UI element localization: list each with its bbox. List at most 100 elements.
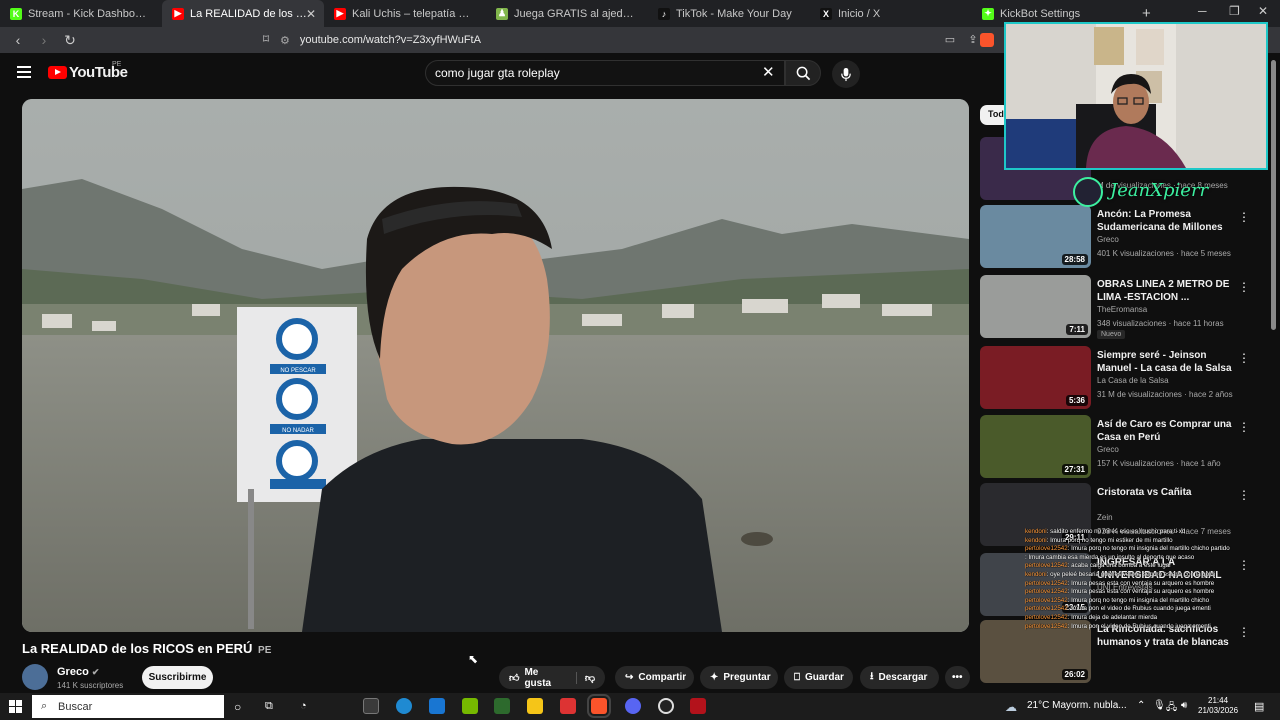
dislike-icon[interactable]: 👎︎: [575, 671, 595, 684]
video-title[interactable]: Cristorata vs Cañita: [1097, 486, 1235, 499]
new-tab-icon[interactable]: +: [1142, 5, 1151, 22]
browser-tab[interactable]: ♪ TikTok - Make Your Day: [648, 0, 810, 27]
video-thumbnail[interactable]: 7:11: [980, 275, 1091, 338]
browser-tab[interactable]: ▶ La REALIDAD de los RICOS e✕: [162, 0, 324, 27]
video-channel[interactable]: TheEromansa: [1097, 305, 1147, 314]
search-icon: [796, 66, 810, 80]
chat-text: Imura pon el video de Rubius cuando jueg…: [1071, 622, 1211, 630]
save-button[interactable]: ⎕ Guardar: [784, 666, 853, 689]
notifications-icon[interactable]: ▤: [1254, 700, 1264, 713]
site-info-icon[interactable]: ⚙: [280, 34, 290, 47]
clock[interactable]: 21:44 21/03/2026: [1198, 696, 1238, 716]
recommended-video[interactable]: 5:36 Siempre seré - Jeinson Manuel - La c…: [980, 346, 1250, 410]
volume-icon[interactable]: 🔊︎: [1181, 700, 1187, 711]
task-view-icon[interactable]: ⧉: [265, 700, 273, 713]
store-app-icon[interactable]: [363, 698, 379, 714]
video-player[interactable]: NO PESCAR NO NADAR: [22, 99, 969, 632]
browser-tab[interactable]: ♟ Juega GRATIS al ajedrez online - Aje: [486, 0, 648, 27]
video-title-text: La REALIDAD de los RICOS en PERÚ: [22, 641, 253, 656]
video-channel[interactable]: Greco: [1097, 445, 1119, 454]
chat-username: kendoni: [1025, 536, 1047, 544]
mail-app-icon[interactable]: [429, 698, 445, 714]
clear-search-icon[interactable]: ✕: [762, 63, 775, 81]
recommended-video[interactable]: 28:58 Ancón: La Promesa Sudamericana de M…: [980, 205, 1250, 269]
minecraft-app-icon[interactable]: [494, 698, 510, 714]
more-vertical-icon[interactable]: ⋮: [1238, 488, 1250, 502]
video-channel[interactable]: Zein: [1097, 513, 1113, 522]
forward-icon[interactable]: ›: [36, 32, 52, 48]
chat-text: Imura porq no tengo mi insignia del mart…: [1071, 596, 1210, 604]
taskbar-search[interactable]: ⌕ Buscar: [32, 695, 224, 718]
share-page-icon[interactable]: ⇪: [965, 33, 981, 46]
cast-icon[interactable]: ▭: [942, 33, 958, 46]
video-title[interactable]: Así de Caro es Comprar una Casa en Perú: [1097, 418, 1235, 444]
more-vertical-icon[interactable]: ⋮: [1238, 280, 1250, 294]
brave-shield-icon[interactable]: [980, 33, 994, 47]
game-app-icon[interactable]: [690, 698, 706, 714]
voice-search-button[interactable]: [832, 60, 860, 88]
ask-button[interactable]: ✦ Preguntar: [700, 666, 778, 689]
maximize-icon[interactable]: ❐: [1229, 4, 1240, 18]
cortana-icon[interactable]: ○: [234, 700, 241, 714]
more-vertical-icon[interactable]: ⋮: [1238, 210, 1250, 224]
like-icon[interactable]: 👍︎: [509, 672, 519, 684]
search-button[interactable]: [785, 60, 821, 86]
discord-app-icon[interactable]: [625, 698, 641, 714]
recommended-video[interactable]: 27:31 Así de Caro es Comprar una Casa en …: [980, 415, 1250, 479]
more-actions-button[interactable]: •••: [945, 666, 970, 689]
video-thumbnail[interactable]: 5:36: [980, 346, 1091, 409]
more-vertical-icon[interactable]: ⋮: [1238, 420, 1250, 434]
obs-app-icon[interactable]: [658, 698, 674, 714]
video-title[interactable]: Ancón: La Promesa Sudamericana de Millon…: [1097, 208, 1235, 234]
streamer-avatar: [1073, 177, 1103, 207]
network-icon[interactable]: 🖧︎: [1166, 700, 1177, 717]
microphone-tray-icon[interactable]: 🎙︎: [1153, 700, 1166, 711]
video-channel[interactable]: Greco: [1097, 235, 1119, 244]
video-title[interactable]: OBRAS LINEA 2 METRO DE LIMA -ESTACION ..…: [1097, 278, 1235, 304]
youtube-logo[interactable]: YouTube PE: [48, 61, 128, 81]
subscribe-button[interactable]: Suscribirme: [142, 666, 213, 689]
chat-message: kendoni: Imura porq no tengo mi estiker …: [1025, 536, 1173, 544]
chat-username: kendoni: [1025, 570, 1047, 578]
tray-chevron-icon[interactable]: ⌃: [1137, 700, 1145, 711]
edge-app-icon[interactable]: [396, 698, 412, 714]
video-duration: 5:36: [1065, 395, 1088, 406]
video-channel[interactable]: La Casa de la Salsa: [1097, 376, 1169, 385]
bookmark-icon[interactable]: ⌑: [258, 32, 274, 46]
channel-name[interactable]: Greco ✔: [57, 666, 99, 678]
video-thumbnail[interactable]: 27:31: [980, 415, 1091, 478]
new-badge: Nuevo: [1097, 330, 1126, 339]
browser-tab[interactable]: X Inicio / X: [810, 0, 972, 27]
recommended-video[interactable]: 7:11 OBRAS LINEA 2 METRO DE LIMA -ESTACIO…: [980, 275, 1250, 339]
chat-username: pertolove12542: [1025, 579, 1068, 587]
video-title[interactable]: Siempre seré - Jeinson Manuel - La casa …: [1097, 349, 1235, 375]
weather-text[interactable]: 21°C Mayorm. nubla...: [1027, 700, 1127, 711]
video-meta: 401 K visualizaciones · hace 5 meses: [1097, 249, 1231, 258]
channel-avatar[interactable]: [22, 664, 48, 690]
reload-icon[interactable]: ↻: [62, 32, 78, 49]
chat-text: acaba caiga una bomba a este lugar: [1071, 562, 1172, 570]
video-thumbnail[interactable]: 28:58: [980, 205, 1091, 268]
copilot-icon[interactable]: ◔: [300, 700, 307, 712]
minimize-icon[interactable]: ─: [1198, 4, 1207, 18]
file-explorer-icon[interactable]: [527, 698, 543, 714]
page-scrollbar[interactable]: [1271, 60, 1276, 330]
like-button[interactable]: Me gusta: [524, 667, 560, 689]
menu-icon[interactable]: [17, 66, 31, 81]
url-field[interactable]: ⚙ youtube.com/watch?v=Z3xyfHWuFtA: [280, 30, 970, 50]
back-icon[interactable]: ‹: [10, 32, 26, 48]
more-vertical-icon[interactable]: ⋮: [1238, 351, 1250, 365]
brave-app-icon[interactable]: [587, 694, 611, 718]
weather-icon[interactable]: ☁: [1005, 700, 1017, 714]
app-launcher-icon[interactable]: [560, 698, 576, 714]
windows-start-icon[interactable]: [9, 700, 22, 713]
chat-message: pertolove12542: Imura pesas esta con ven…: [1025, 579, 1215, 587]
tab-close-icon[interactable]: ✕: [306, 7, 316, 21]
search-input[interactable]: como jugar gta roleplay: [425, 60, 785, 86]
window-close-icon[interactable]: ✕: [1258, 4, 1268, 18]
browser-tab[interactable]: ▶ Kali Uchis – telepatía [Official Audio]: [324, 0, 486, 27]
share-button[interactable]: ↪ Compartir: [615, 666, 694, 689]
nvidia-app-icon[interactable]: [462, 698, 478, 714]
browser-tab[interactable]: K Stream - Kick Dashboard: [0, 0, 162, 27]
download-button[interactable]: ⭳ Descargar: [860, 666, 939, 689]
